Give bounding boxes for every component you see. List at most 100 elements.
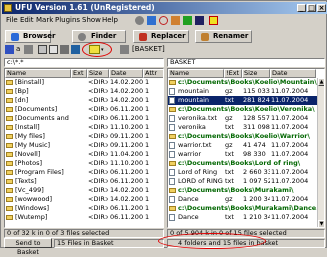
table-row[interactable]: [Windows] <DIR>06.11.20031 [5,204,163,213]
globe-icon[interactable] [135,16,144,25]
tab-browser[interactable]: Browser [5,30,55,43]
view-icon[interactable] [71,45,80,54]
folder-icon [169,80,176,85]
table-row[interactable]: [dn] <DIR>14.02.20041 [5,96,163,105]
col-size[interactable]: Size [242,69,270,78]
check-icon[interactable] [183,16,192,25]
table-row[interactable]: Dance txt 1 210 34611.07.2004 [168,213,317,222]
tab-renamer[interactable]: Renamer [195,30,252,43]
col-name[interactable]: Name [168,69,224,78]
replacer-icon [139,33,147,41]
left-header: Name Ext Size Date Attr [5,69,163,78]
drive-a-icon[interactable]: a [16,45,23,54]
tab-finder[interactable]: Finder [72,30,126,43]
table-row[interactable]: veronika txt 311 098 11.07.2004 [168,123,317,132]
col-size[interactable]: Size [87,69,109,78]
table-row[interactable]: [My Music] <DIR>09.11.20031 [5,141,163,150]
table-row[interactable]: LORD of RINGtxt 1 097 52011.07.2004 [168,177,317,186]
table-row[interactable]: [Binstall] <DIR>14.02.20041 [5,78,163,87]
minimize-button[interactable]: _ [297,4,306,12]
left-status: 0 of 32 k in 0 of 3 files selected [4,229,164,238]
cell-date: 14.02.2004 [110,96,143,104]
table-row[interactable]: [wowwood] <DIR>14.02.20041 [5,195,163,204]
file-icon [169,169,175,176]
table-row[interactable]: Dance gz 1 200 34611.07.2004 [168,195,317,204]
table-row[interactable]: Lord of Ring txt 2 660 33411.07.2004 [168,168,317,177]
col-name[interactable]: Name [5,69,71,78]
file-icon [169,115,175,122]
table-row[interactable]: [Vc_499] <DIR>14.02.20041 [5,186,163,195]
menu-edit[interactable]: Edit [20,15,34,25]
finder-icon [78,33,86,41]
table-row[interactable]: mountain txt 281 824 11.07.2004 [168,96,317,105]
monitor-icon[interactable] [195,16,204,25]
path-row[interactable]: c:\Documents\Books\Murakami\ [168,186,317,195]
copy-icon[interactable] [49,45,58,54]
cell-path: c:\Documents\Books\Murakami\Dance.txt\ [178,204,317,212]
right-scrollbar[interactable]: ▲ ▼ [317,78,324,227]
col-attr[interactable]: Attr [143,69,163,78]
cell-attr: 1 [145,159,150,167]
network-icon[interactable] [38,45,47,54]
table-row[interactable]: [Program Files] <DIR>06.11.20031 [5,168,163,177]
cell-attr: 1 [145,78,150,86]
maximize-button[interactable]: □ [307,4,316,12]
settings-icon[interactable] [120,45,129,54]
drive-c-icon[interactable] [24,45,33,54]
table-row[interactable]: [Photos] <DIR>11.10.20041 [5,159,163,168]
target-icon[interactable] [159,16,168,25]
table-row[interactable]: warrior txt 98 330 11.07.2004 [168,150,317,159]
cell-attr: 1 [145,114,150,122]
lightning-icon[interactable] [209,16,218,25]
menu-plugins[interactable]: Plugins [55,15,80,25]
path-row[interactable]: c:\Documents\Books\Koelio\Warrior\ [168,132,317,141]
left-file-list[interactable]: Name Ext Size Date Attr [Binstall]<DIR>1… [4,68,164,228]
table-row[interactable]: [Documents and Se <DIR>06.11.20031 [5,114,163,123]
cell-ext: gz [225,141,233,149]
cell-attr: 1 [145,204,150,212]
cell-size: 128 557 [243,114,270,122]
table-row[interactable]: warrior.txt gz 41 474 11.07.2004 [168,141,317,150]
disk-icon[interactable] [60,45,69,54]
folder-icon [169,161,176,166]
close-button[interactable]: × [317,4,326,12]
right-path-bar[interactable]: BASKET [167,58,325,67]
send-to-basket-button[interactable]: Send to Basket [4,238,52,256]
path-row[interactable]: c:\Documents\Books\Murakami\Dance.txt\ [168,204,317,213]
table-row[interactable]: [Bp] <DIR>14.02.20041 [5,87,163,96]
menu-show[interactable]: Show [82,15,101,25]
table-row[interactable]: veronika.txt gz 128 557 11.07.2004 [168,114,317,123]
folder-tree-icon[interactable] [147,16,156,25]
path-row[interactable]: c:\Documents\Books\Koelio\Mountain\ [168,78,317,87]
left-path-bar[interactable]: c:\*.* [4,58,164,67]
col-date[interactable]: Date [109,69,143,78]
col-date[interactable]: Date [270,69,316,78]
table-row[interactable]: [Documents] <DIR>06.11.20031 [5,105,163,114]
col-ext[interactable]: !Ext [224,69,242,78]
menu-file[interactable]: File [6,15,18,25]
table-row[interactable]: [Wutemp] <DIR>06.11.20031 [5,213,163,222]
menu-help[interactable]: Help [102,15,118,25]
cell-name: veronika [178,123,206,131]
table-row[interactable]: mountain gz 115 033 11.07.2004 [168,87,317,96]
table-row[interactable]: [Install] <DIR>11.10.20041 [5,123,163,132]
table-row[interactable]: [My files] <DIR>09.11.20031 [5,132,163,141]
pane-toolbar: a ▾ [BASKET] [2,42,327,57]
title-bar[interactable]: UFU Version 1.61 (UnRegistered) _ □ × [2,2,327,14]
drive-icon[interactable] [5,45,14,54]
scroll-up-icon[interactable]: ▲ [318,78,324,86]
right-file-list[interactable]: Name !Ext Size Date c:\Documents\Books\K… [167,68,325,228]
tool-icon[interactable] [171,16,180,25]
path-row[interactable]: c:\Documents\Books\Koelio\Veronika\ [168,105,317,114]
cell-date: 11.10.2004 [110,123,143,131]
table-row[interactable]: [Novell] <DIR>11.04.20041 [5,150,163,159]
table-row[interactable]: [Texts] <DIR>06.11.20031 [5,177,163,186]
path-row[interactable]: c:\Documents\Books\Lord of ring\ [168,159,317,168]
cell-size: 281 824 [243,96,270,104]
tab-replacer[interactable]: Replacer [133,30,189,43]
cell-name: Dance [178,195,199,203]
col-ext[interactable]: Ext [71,69,87,78]
menu-mark[interactable]: Mark [36,15,53,25]
highlight-circle-basket [158,233,266,249]
scroll-down-icon[interactable]: ▼ [318,220,324,227]
